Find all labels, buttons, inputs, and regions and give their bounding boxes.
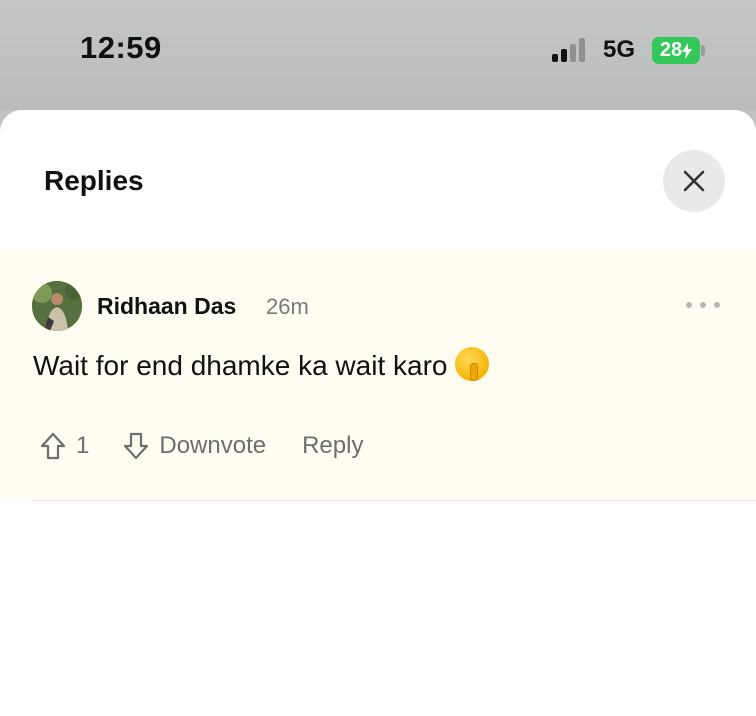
shushing-face-icon (455, 347, 490, 381)
more-dot-icon (686, 302, 692, 308)
comment-actions: 1 Downvote Reply (40, 431, 363, 461)
comment-body: Wait for end dhamke ka wait karo (33, 347, 490, 382)
more-dot-icon (700, 302, 706, 308)
charging-bolt-icon (682, 42, 693, 59)
sheet-title: Replies (44, 165, 144, 196)
upvote-button[interactable]: 1 (40, 432, 89, 460)
avatar[interactable] (32, 281, 82, 331)
upvote-count: 1 (76, 432, 90, 459)
network-type: 5G (603, 36, 636, 63)
battery-level: 28 (659, 39, 683, 61)
avatar-image (32, 281, 82, 331)
comment-author[interactable]: Ridhaan Das (97, 293, 236, 320)
arrow-down-icon (124, 432, 149, 460)
cellular-signal-icon (552, 38, 585, 62)
status-time: 12:59 (80, 30, 162, 65)
downvote-button[interactable]: Downvote (123, 432, 266, 460)
reply-label: Reply (302, 432, 364, 459)
divider (32, 500, 756, 501)
replies-sheet: Replies Ridhaan Das 26m Wait for end dha… (0, 110, 756, 716)
comment-card: Ridhaan Das 26m Wait for end dhamke ka w… (0, 250, 756, 500)
reply-button[interactable]: Reply (302, 432, 363, 460)
comment-timestamp: 26m (266, 294, 309, 319)
close-button[interactable] (663, 150, 725, 212)
status-bar: 12:59 5G 28 (0, 0, 756, 110)
more-options-button[interactable] (686, 298, 720, 312)
arrow-up-icon (40, 432, 66, 460)
close-icon (683, 170, 705, 192)
battery-cap (701, 45, 705, 56)
more-dot-icon (714, 302, 720, 308)
battery-icon: 28 (652, 37, 700, 64)
comment-text: Wait for end dhamke ka wait karo (33, 350, 448, 381)
downvote-label: Downvote (159, 432, 267, 459)
